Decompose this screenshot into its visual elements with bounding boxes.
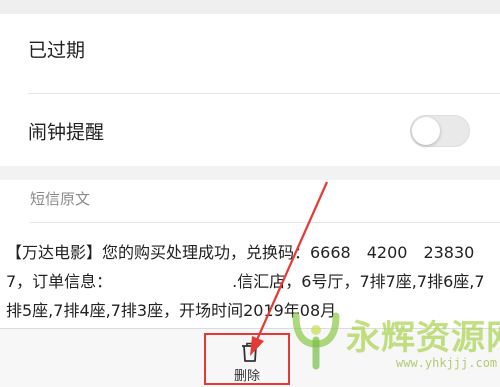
delete-button[interactable]: 删除 bbox=[204, 333, 290, 385]
alarm-row: 闹钟提醒 bbox=[0, 96, 500, 166]
expired-row[interactable]: 已过期 bbox=[0, 14, 500, 84]
watermark-logo bbox=[292, 312, 340, 370]
top-band bbox=[0, 0, 500, 14]
trash-icon bbox=[242, 342, 258, 362]
watermark-url: www.yhkjjj.com bbox=[396, 356, 498, 370]
alarm-label: 闹钟提醒 bbox=[28, 121, 105, 144]
alarm-toggle[interactable] bbox=[410, 115, 470, 147]
sms-card: 短信原文 【万达电影】您的购买处理成功，兑换码：6668 4200 238307… bbox=[0, 180, 500, 328]
section-gap bbox=[0, 166, 500, 180]
expired-label: 已过期 bbox=[28, 39, 86, 62]
delete-label: 删除 bbox=[233, 369, 260, 384]
watermark-title: 永辉资源网 bbox=[346, 318, 500, 358]
watermark: 永辉资源网 www.yhkjjj.com bbox=[292, 308, 500, 386]
sms-section-title: 短信原文 bbox=[30, 190, 91, 208]
settings-card: 已过期 闹钟提醒 bbox=[0, 14, 500, 166]
sms-divider bbox=[30, 222, 500, 223]
toggle-knob bbox=[412, 117, 440, 145]
row-divider bbox=[28, 93, 500, 94]
